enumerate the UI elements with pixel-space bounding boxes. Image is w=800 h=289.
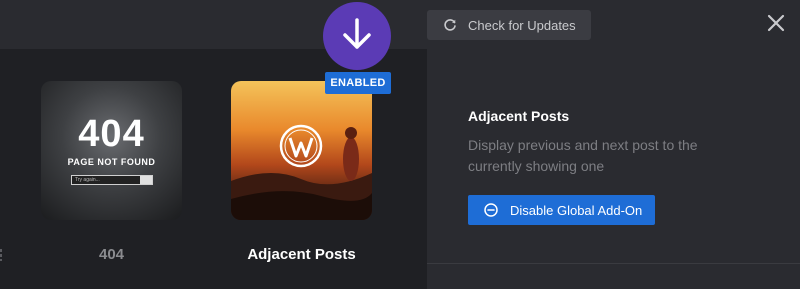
- refresh-icon: [443, 18, 457, 32]
- thumb-404-subheading: PAGE NOT FOUND: [67, 157, 156, 167]
- thumb-404-search-button: [140, 176, 152, 184]
- panel-title: Adjacent Posts: [468, 108, 570, 124]
- disable-global-addon-button[interactable]: Disable Global Add-On: [468, 195, 655, 225]
- thumb-404-search-box: Try again...: [71, 175, 153, 185]
- download-badge[interactable]: [323, 2, 391, 70]
- thumb-404-heading: 404: [78, 113, 145, 155]
- close-icon: [767, 14, 785, 37]
- wordpress-icon: [279, 124, 323, 173]
- scroll-indicator: [0, 248, 3, 261]
- close-button[interactable]: [765, 14, 787, 36]
- addon-card-404-thumbnail[interactable]: 404 PAGE NOT FOUND Try again...: [41, 81, 182, 220]
- addon-card-adjacent-posts-label[interactable]: Adjacent Posts: [231, 246, 372, 263]
- addon-card-404-label[interactable]: 404: [41, 246, 182, 263]
- minus-circle-icon: [484, 203, 498, 217]
- top-bar: [0, 0, 800, 49]
- addon-card-adjacent-posts-thumbnail[interactable]: [231, 81, 372, 220]
- status-badge: ENABLED: [325, 72, 391, 94]
- panel-divider: [427, 263, 800, 264]
- check-for-updates-button[interactable]: Check for Updates: [427, 10, 591, 40]
- panel-description: Display previous and next post to the cu…: [468, 137, 698, 174]
- check-for-updates-label: Check for Updates: [468, 17, 576, 33]
- disable-global-addon-label: Disable Global Add-On: [510, 202, 643, 218]
- thumb-404-search-placeholder: Try again...: [75, 177, 100, 183]
- arrow-down-icon: [339, 16, 375, 57]
